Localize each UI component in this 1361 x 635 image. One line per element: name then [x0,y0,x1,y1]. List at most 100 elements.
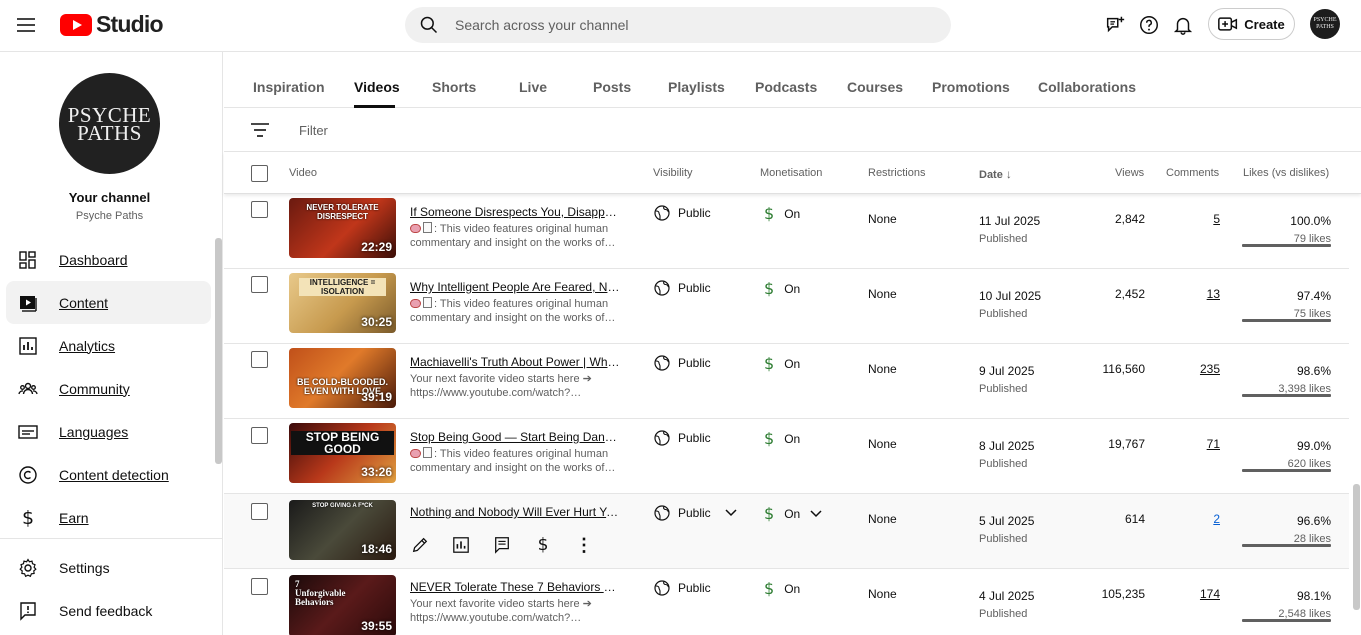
row-checkbox[interactable] [251,503,268,520]
search-input[interactable]: Search across your channel [455,17,629,33]
channel-avatar[interactable]: PSYCHE PATHS [59,73,160,174]
edit-pencil-icon[interactable] [410,535,430,555]
row-checkbox[interactable] [251,201,268,218]
select-all-checkbox[interactable] [251,165,268,182]
video-title[interactable]: Machiavelli's Truth About Power | Why… [410,355,620,369]
publish-status: Published [979,383,1028,395]
comments-link[interactable]: 71 [1207,437,1220,451]
sidebar-item-community[interactable]: Community [6,367,211,410]
account-avatar[interactable]: PSYCHE PATHS [1310,9,1340,39]
tab-podcasts[interactable]: Podcasts [755,79,817,95]
row-checkbox[interactable] [251,578,268,595]
sidebar-item-languages[interactable]: Languages [6,410,211,453]
video-title[interactable]: If Someone Disrespects You, Disappe… [410,205,620,219]
publish-status: Published [979,608,1028,620]
video-title[interactable]: Why Intelligent People Are Feared, Not… [410,280,620,294]
content-icon [17,292,39,314]
tab-playlists[interactable]: Playlists [668,79,725,95]
globe-icon [654,430,670,446]
top-bar: Studio Search across your channel Create… [0,0,1361,52]
monetisation-dropdown[interactable]: $ On [764,504,822,523]
monetisation-value: On [784,281,801,296]
likes-percent: 96.6% [1296,514,1331,528]
studio-logo[interactable]: Studio [60,11,164,38]
video-thumbnail[interactable]: STOP BEING GOOD 33:26 [289,423,396,483]
community-icon [17,378,39,400]
column-date[interactable]: Date ↓ [979,167,1012,181]
column-views[interactable]: Views [1115,167,1144,179]
menu-icon[interactable] [17,14,39,36]
comments-link[interactable]: 235 [1200,362,1220,376]
comments-link[interactable]: 13 [1207,287,1220,301]
filter-bar[interactable]: Filter [224,108,1361,152]
tab-videos[interactable]: Videos [354,79,400,95]
sidebar-item-label: Settings [59,559,110,576]
search-box[interactable]: Search across your channel [405,7,951,43]
comments-link[interactable]: 5 [1213,212,1220,226]
sort-down-arrow-icon: ↓ [1005,167,1012,181]
video-thumbnail[interactable]: INTELLIGENCE = ISOLATION 30:25 [289,273,396,333]
table-row[interactable]: STOP GIVING A F*CK 18:46 Nothing and Nob… [224,494,1349,569]
youtube-logo-icon [60,13,92,36]
comments-link[interactable]: 174 [1200,587,1220,601]
monetisation-dollar-icon: $ [764,504,775,523]
video-thumbnail[interactable]: NEVER TOLERATE DISRESPECT 22:29 [289,198,396,258]
tab-shorts[interactable]: Shorts [432,79,476,95]
sidebar-item-send-feedback[interactable]: Send feedback [6,589,211,632]
document-emoji-icon [423,222,432,233]
add-caption-icon[interactable] [1103,13,1127,37]
column-likes[interactable]: Likes (vs dislikes) [1243,167,1329,179]
column-comments[interactable]: Comments [1166,167,1219,179]
brain-emoji-icon [410,449,421,458]
restrictions-value: None [868,362,897,376]
visibility-cell: Public [654,580,711,596]
sidebar-scrollbar[interactable] [215,238,222,464]
table-row[interactable]: INTELLIGENCE = ISOLATION 30:25 Why Intel… [224,269,1349,344]
create-button[interactable]: Create [1208,8,1295,40]
table-row[interactable]: STOP BEING GOOD 33:26 Stop Being Good — … [224,419,1349,494]
video-title[interactable]: Stop Being Good — Start Being Danger… [410,430,620,444]
row-checkbox[interactable] [251,427,268,444]
filter-input[interactable]: Filter [299,123,328,138]
likes-ratio-bar [1242,619,1331,622]
sidebar-item-analytics[interactable]: Analytics [6,324,211,367]
video-title[interactable]: Nothing and Nobody Will Ever Hurt Yo… [410,505,620,519]
more-options-icon[interactable]: ⋮ [574,535,594,555]
likes-cell: 96.6% 28 likes [1294,512,1331,548]
content-scrollbar[interactable] [1353,484,1360,610]
video-title[interactable]: NEVER Tolerate These 7 Behaviors — … [410,580,620,594]
video-thumbnail[interactable]: STOP GIVING A F*CK 18:46 [289,500,396,560]
tab-posts[interactable]: Posts [593,79,631,95]
row-checkbox[interactable] [251,276,268,293]
video-thumbnail[interactable]: 7 Unforgivable Behaviors 39:55 [289,575,396,635]
tab-live[interactable]: Live [519,79,547,95]
tab-collaborations[interactable]: Collaborations [1038,79,1136,95]
comments-link[interactable]: 2 [1213,512,1220,526]
restrictions-value: None [868,212,897,226]
sidebar-item-content-detection[interactable]: Content detection [6,453,211,496]
video-thumbnail[interactable]: BE COLD-BLOODED. EVEN WITH LOVE 39:19 [289,348,396,408]
your-channel-label: Your channel [68,190,151,205]
sidebar-item-earn[interactable]: $ Earn [6,496,211,539]
analytics-icon[interactable] [451,535,471,555]
comments-icon[interactable] [492,535,512,555]
sidebar-item-dashboard[interactable]: Dashboard [6,238,211,281]
tab-promotions[interactable]: Promotions [932,79,1010,95]
visibility-dropdown[interactable]: Public [654,505,737,521]
table-row[interactable]: NEVER TOLERATE DISRESPECT 22:29 If Someo… [224,194,1349,269]
date-cell: 4 Jul 2025 Published [979,587,1034,623]
tab-courses[interactable]: Courses [847,79,903,95]
notifications-bell-icon[interactable] [1171,13,1195,37]
filter-icon[interactable] [251,123,269,137]
sidebar-item-content[interactable]: Content [6,281,211,324]
table-row[interactable]: 7 Unforgivable Behaviors 39:55 NEVER Tol… [224,569,1349,635]
tab-inspiration[interactable]: Inspiration [253,79,325,95]
sidebar-item-settings[interactable]: Settings [6,546,211,589]
row-checkbox[interactable] [251,351,268,368]
table-row[interactable]: BE COLD-BLOODED. EVEN WITH LOVE 39:19 Ma… [224,344,1349,419]
help-icon[interactable] [1137,13,1161,37]
likes-cell: 97.4% 75 likes [1294,287,1331,323]
monetisation-icon[interactable]: $ [533,535,553,555]
chevron-down-icon [725,509,737,517]
sidebar-item-label: Earn [59,509,89,526]
